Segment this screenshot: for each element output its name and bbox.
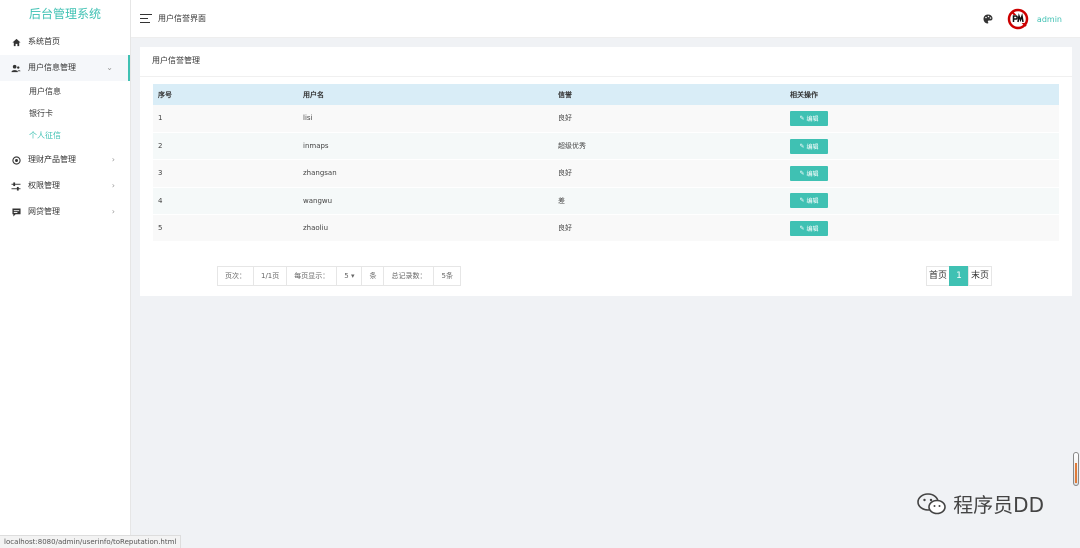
cell-id: 5	[158, 224, 163, 233]
sidebar-item-home[interactable]: 系统首页	[0, 29, 130, 55]
per-page-label: 每页显示：	[286, 266, 338, 286]
page-title: 用户信誉界面	[158, 14, 206, 23]
home-icon	[11, 37, 21, 47]
header-actions: admin	[983, 0, 1062, 38]
cell-actions: ✎ 编辑	[785, 215, 1059, 242]
page-label: 页次：	[217, 266, 254, 286]
column-header-actions: 相关操作	[790, 90, 818, 99]
cell-username: zhaoliu	[303, 224, 329, 233]
table-row: 4 wangwu 差 ✎ 编辑	[153, 187, 1059, 215]
sidebar: 后台管理系统 系统首页 用户信息管理 ⌄ 用户信息 银行卡 个人征信 理财产品管…	[0, 0, 131, 548]
sidebar-item-label: 系统首页	[28, 37, 60, 46]
admin-user-name[interactable]: admin	[1037, 15, 1062, 24]
cell-username: wangwu	[303, 196, 333, 205]
sidebar-item-label: 用户信息管理	[28, 63, 76, 72]
per-page-unit: 条	[361, 266, 385, 286]
panel-title: 用户信誉管理	[140, 47, 1072, 77]
sidebar-item-financial-products[interactable]: 理财产品管理 ›	[0, 147, 130, 173]
cell-reputation: 良好	[558, 224, 572, 233]
table-row: 2 inmaps 超级优秀 ✎ 编辑	[153, 132, 1059, 160]
per-page-value: 5	[344, 272, 349, 280]
cell-username: lisi	[303, 114, 313, 123]
menu-toggle-icon[interactable]	[140, 14, 152, 23]
edit-button-label: 编辑	[806, 116, 819, 123]
page-value: 1/1页	[253, 266, 288, 286]
sidebar-subitem-bank-card[interactable]: 银行卡	[0, 103, 130, 125]
watermark-text: 程序员DD	[953, 493, 1044, 517]
cell-username: inmaps	[303, 142, 329, 151]
cell-id: 2	[158, 142, 163, 151]
wechat-icon	[917, 492, 947, 516]
reputation-panel: 用户信誉管理 序号 用户名 信誉 相关操作 1 lisi 良好 ✎ 编辑 2 in…	[140, 47, 1072, 296]
edit-button[interactable]: ✎ 编辑	[790, 165, 828, 181]
sidebar-subitem-user-info[interactable]: 用户信息	[0, 81, 130, 103]
last-page-button[interactable]: 末页	[967, 266, 992, 286]
cell-actions: ✎ 编辑	[785, 187, 1059, 214]
coins-icon	[11, 155, 21, 165]
sidebar-subitem-personal-credit[interactable]: 个人征信	[0, 125, 130, 147]
scroll-handle[interactable]	[1073, 452, 1079, 486]
cell-actions: ✎ 编辑	[785, 160, 1059, 187]
sidebar-item-user-info-management[interactable]: 用户信息管理 ⌄	[0, 55, 130, 81]
table-header-row: 序号 用户名 信誉 相关操作	[153, 84, 1059, 105]
table-row: 1 lisi 良好 ✎ 编辑	[153, 105, 1059, 133]
sidebar-item-label: 网贷管理	[28, 207, 60, 216]
watermark: 程序员DD	[917, 489, 1044, 518]
chevron-right-icon: ›	[111, 181, 115, 190]
sidebar-item-label: 理财产品管理	[28, 155, 76, 164]
table-row: 5 zhaoliu 良好 ✎ 编辑	[153, 214, 1059, 242]
chevron-down-icon: ⌄	[106, 63, 113, 72]
message-icon	[11, 207, 21, 217]
sidebar-item-online-loans[interactable]: 网贷管理 ›	[0, 199, 130, 225]
column-header-username: 用户名	[303, 90, 324, 99]
column-header-id: 序号	[158, 90, 172, 99]
avatar[interactable]	[1007, 8, 1031, 30]
status-bar-url: localhost:8080/admin/userinfo/toReputati…	[0, 535, 182, 548]
users-icon	[11, 63, 21, 73]
total-value: 5条	[433, 266, 461, 286]
edit-button-label: 编辑	[806, 171, 819, 178]
top-header: 用户信誉界面 admin	[131, 0, 1080, 38]
pencil-icon: ✎	[799, 225, 805, 232]
brand-title[interactable]: 后台管理系统	[0, 0, 130, 29]
first-page-button[interactable]: 首页	[925, 266, 950, 286]
edit-button-label: 编辑	[806, 199, 819, 206]
cell-username: zhangsan	[303, 169, 337, 178]
table-row: 3 zhangsan 良好 ✎ 编辑	[153, 159, 1059, 188]
chevron-right-icon: ›	[111, 155, 115, 164]
chevron-right-icon: ›	[111, 207, 115, 216]
pencil-icon: ✎	[799, 198, 805, 205]
edit-button[interactable]: ✎ 编辑	[790, 220, 828, 236]
cell-reputation: 良好	[558, 114, 572, 123]
palette-icon[interactable]	[983, 14, 993, 24]
sidebar-item-label: 权限管理	[28, 181, 60, 190]
pagination-info: 页次： 1/1页 每页显示： 5 ▾ 条 总记录数： 5条	[217, 266, 461, 286]
caret-down-icon: ▾	[350, 272, 355, 280]
per-page-select[interactable]: 5 ▾	[336, 266, 363, 286]
cell-id: 3	[158, 169, 163, 178]
pagination-nav: 首页 1 末页	[925, 266, 992, 286]
cell-id: 1	[158, 114, 163, 123]
sidebar-item-permissions[interactable]: 权限管理 ›	[0, 173, 130, 199]
pencil-icon: ✎	[799, 115, 805, 122]
edit-button[interactable]: ✎ 编辑	[790, 193, 828, 209]
sliders-icon	[11, 181, 21, 191]
cell-reputation: 超级优秀	[558, 142, 586, 151]
reputation-table: 序号 用户名 信誉 相关操作 1 lisi 良好 ✎ 编辑 2 inmaps 超级…	[153, 84, 1059, 242]
pencil-icon: ✎	[799, 143, 805, 150]
edit-button[interactable]: ✎ 编辑	[790, 138, 828, 154]
cell-actions: ✎ 编辑	[785, 132, 1059, 159]
cell-reputation: 良好	[558, 169, 572, 178]
total-label: 总记录数：	[383, 266, 435, 286]
column-header-reputation: 信誉	[558, 90, 572, 99]
pencil-icon: ✎	[799, 170, 805, 177]
edit-button[interactable]: ✎ 编辑	[790, 110, 828, 126]
cell-reputation: 差	[558, 196, 565, 205]
current-page-button[interactable]: 1	[948, 266, 969, 286]
edit-button-label: 编辑	[806, 144, 819, 151]
cell-id: 4	[158, 196, 163, 205]
cell-actions: ✎ 编辑	[785, 105, 1059, 132]
edit-button-label: 编辑	[806, 226, 819, 233]
